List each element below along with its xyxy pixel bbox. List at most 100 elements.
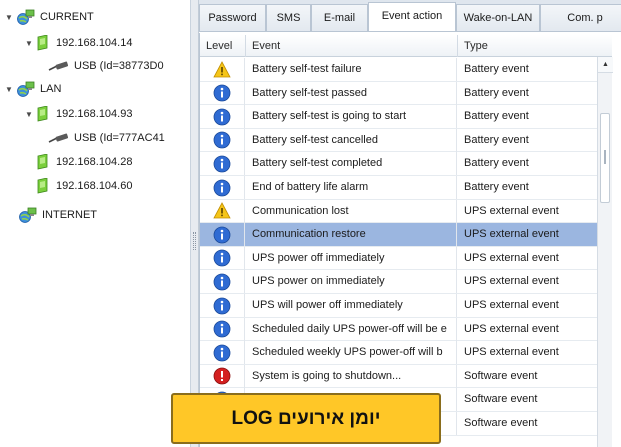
info-icon: [213, 155, 231, 173]
panel-splitter[interactable]: [191, 0, 199, 447]
type-cell: Battery event: [464, 63, 529, 75]
type-cell: UPS external event: [464, 251, 559, 264]
level-cell: [200, 58, 245, 81]
column-header-level[interactable]: Level: [200, 35, 246, 57]
table-row[interactable]: UPS power on immediately UPS external eve…: [200, 270, 598, 294]
level-cell: [200, 152, 245, 176]
type-cell: Battery event: [464, 181, 529, 193]
warning-icon: [213, 202, 231, 219]
level-cell: [200, 294, 245, 317]
caption-text: LOG יומן אירועים: [231, 407, 381, 429]
table-row[interactable]: UPS will power off immediately UPS extern…: [200, 294, 598, 318]
settings-tab-bar: Password SMS E-mail Event action Wake-on-LAN…: [199, 0, 621, 32]
table-row[interactable]: Battery self-test is going to start Batte…: [200, 105, 598, 129]
tree-item-usb[interactable]: USB (Id=38773D0: [48, 56, 164, 76]
type-cell: UPS external event: [464, 299, 559, 311]
expand-arrow-icon[interactable]: ▼: [4, 85, 14, 94]
tree-item-label: 192.168.104.14: [56, 37, 133, 49]
tree-item-computer[interactable]: ▼ 192.168.104.93: [24, 104, 132, 124]
tree-item-usb[interactable]: USB (Id=777AC41: [48, 128, 165, 148]
thumb-grip: [604, 150, 606, 164]
computer-icon: [37, 35, 48, 51]
tree-item-network[interactable]: INTERNET: [18, 205, 97, 225]
tree-item-label: LAN: [40, 83, 62, 95]
vertical-scrollbar[interactable]: ▲: [597, 57, 613, 447]
tab-password[interactable]: Password: [199, 4, 266, 31]
event-cell: System is going to shutdown...: [246, 364, 457, 388]
table-row[interactable]: Scheduled weekly UPS power-off will b UPS…: [200, 341, 598, 365]
expand-arrow-icon[interactable]: ▼: [24, 110, 34, 119]
level-cell: [200, 176, 245, 199]
tree-item-label: 192.168.104.93: [56, 108, 133, 120]
tree-item-label: 192.168.104.60: [56, 180, 133, 192]
table-row[interactable]: System is going to shutdown... Software e…: [200, 364, 598, 389]
type-cell: Software event: [464, 417, 538, 429]
info-icon: [213, 108, 231, 126]
tree-item-computer[interactable]: 192.168.104.28: [36, 152, 132, 172]
computer-icon: [37, 178, 48, 194]
info-icon: [213, 320, 231, 338]
table-row[interactable]: Battery self-test failure Battery event: [200, 58, 598, 82]
tree-item-computer[interactable]: ▼ 192.168.104.14: [24, 33, 132, 53]
table-row[interactable]: Communication restore UPS external event: [200, 223, 598, 247]
table-row[interactable]: End of battery life alarm Battery event: [200, 176, 598, 200]
tree-item-computer[interactable]: 192.168.104.60: [36, 176, 132, 196]
tree-item-label: INTERNET: [42, 209, 97, 221]
computer-icon: [37, 154, 48, 170]
event-cell: Battery self-test completed: [246, 152, 457, 176]
tab-com-p[interactable]: Com. p: [540, 4, 621, 31]
level-cell: [200, 128, 245, 152]
level-cell: [200, 246, 245, 270]
event-cell: Battery self-test cancelled: [246, 128, 457, 152]
event-cell: Scheduled daily UPS power-off will be e: [246, 317, 457, 341]
type-cell: UPS external event: [464, 204, 559, 217]
event-cell: Scheduled weekly UPS power-off will b: [246, 341, 457, 365]
log-caption-banner: LOG יומן אירועים: [171, 393, 441, 444]
event-action-table: Level Event Type Battery self-test failu…: [199, 33, 621, 447]
scroll-up-arrow-icon[interactable]: ▲: [598, 57, 613, 73]
table-row[interactable]: Battery self-test cancelled Battery event: [200, 128, 598, 153]
level-cell: [200, 105, 245, 129]
tab-sms[interactable]: SMS: [266, 4, 311, 31]
tab-wake-on-lan[interactable]: Wake-on-LAN: [456, 4, 540, 31]
type-cell: Battery event: [464, 133, 529, 146]
expand-arrow-icon[interactable]: ▼: [24, 39, 34, 48]
event-cell: Communication lost: [246, 199, 457, 223]
event-cell: Communication restore: [246, 223, 457, 247]
tree-item-network[interactable]: ▼ LAN: [4, 79, 61, 99]
level-cell: [200, 270, 245, 294]
table-row[interactable]: Scheduled daily UPS power-off will be e U…: [200, 317, 598, 342]
table-row[interactable]: Battery self-test passed Battery event: [200, 81, 598, 106]
scroll-thumb[interactable]: [600, 113, 610, 203]
type-cell: Battery event: [464, 86, 529, 99]
type-cell: Battery event: [464, 157, 529, 170]
table-row[interactable]: Communication lost UPS external event: [200, 199, 598, 224]
tab-event-action[interactable]: Event action: [368, 2, 456, 31]
usb-cable-icon: [48, 61, 69, 71]
event-cell: Battery self-test passed: [246, 81, 457, 105]
network-globe-icon: [17, 9, 35, 25]
usb-cable-icon: [48, 133, 69, 143]
type-cell: Software event: [464, 393, 538, 406]
level-cell: [200, 81, 245, 105]
expand-arrow-icon[interactable]: ▼: [4, 13, 14, 22]
warning-icon: [213, 60, 231, 77]
tree-item-label: CURRENT: [40, 11, 94, 23]
computer-icon: [37, 106, 48, 122]
tab-e-mail[interactable]: E-mail: [311, 4, 368, 31]
event-cell: Battery self-test is going to start: [246, 105, 457, 129]
column-header-event[interactable]: Event: [246, 35, 458, 57]
tree-item-network[interactable]: ▼ CURRENT: [4, 7, 94, 27]
table-row[interactable]: Battery self-test completed Battery event: [200, 152, 598, 176]
error-icon: [213, 367, 231, 385]
table-header: Level Event Type: [200, 35, 612, 57]
table-row[interactable]: UPS power off immediately UPS external ev…: [200, 246, 598, 271]
info-icon: [213, 84, 231, 102]
network-globe-icon: [19, 207, 37, 223]
event-cell: UPS power off immediately: [246, 246, 457, 270]
type-cell: Software event: [464, 369, 538, 382]
type-cell: Battery event: [464, 110, 529, 123]
splitter-grip[interactable]: [193, 232, 196, 250]
tree-item-label: USB (Id=777AC41: [74, 132, 165, 144]
column-header-type[interactable]: Type: [458, 35, 612, 57]
